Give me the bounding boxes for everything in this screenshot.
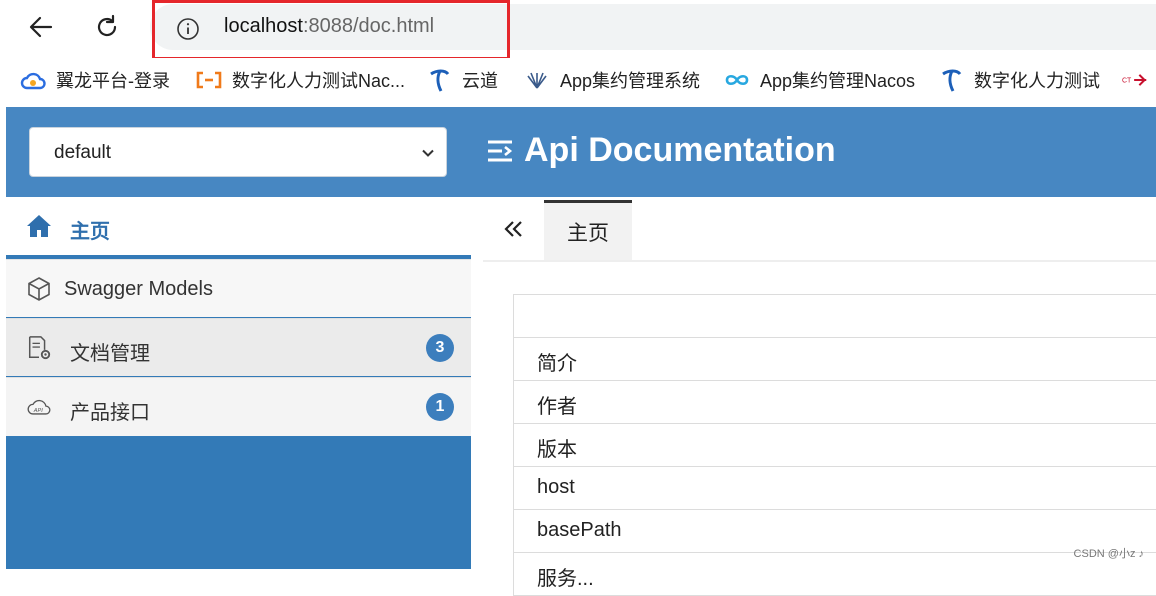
highlight-box — [152, 0, 510, 60]
page-title-text: Api Documentation — [524, 131, 836, 169]
table-row: 服务... — [514, 553, 1156, 596]
api-doc-app: default Api Documentation 主页 Swagger Mod… — [6, 107, 1156, 596]
watermark: CSDN @小z ♪ — [1073, 548, 1144, 560]
bookmark-item[interactable]: 云道 — [426, 66, 498, 94]
row-key: 版本 — [537, 439, 577, 461]
main-content: 主页 简介 作者 版本 host basePath 服务... — [471, 197, 1156, 596]
browser-toolbar: localhost:8088/doc.html — [0, 0, 1156, 60]
bookmark-item[interactable]: App集约管理系统 — [524, 66, 700, 94]
bookmark-item[interactable]: 数字化人力测试 — [938, 66, 1100, 94]
row-key: 简介 — [537, 353, 577, 375]
bookmark-label: 数字化人力测试 — [974, 71, 1100, 91]
collapse-sidebar-button[interactable] — [499, 217, 529, 241]
doc-settings-icon — [26, 335, 52, 361]
double-chevron-left-icon — [504, 221, 522, 237]
tab-label: 主页 — [567, 221, 609, 245]
row-key: 作者 — [537, 396, 577, 418]
infinity-icon — [724, 67, 750, 93]
bookmark-label: App集约管理系统 — [560, 71, 701, 91]
leaf-icon — [524, 67, 550, 93]
bookmark-label: 数字化人力测试Nac... — [232, 71, 406, 91]
telecom-logo-icon — [938, 67, 964, 93]
bookmark-item[interactable]: 数字化人力测试Nac... — [196, 66, 405, 94]
reload-button[interactable] — [90, 10, 124, 44]
tab-home[interactable]: 主页 — [544, 200, 632, 260]
sidebar-item-docs[interactable]: 文档管理 3 — [6, 318, 471, 376]
row-key: host — [537, 476, 575, 498]
tab-divider — [483, 260, 1156, 262]
bookmark-item[interactable]: 翼龙平台-登录 — [20, 66, 170, 94]
api-cloud-icon: API — [26, 394, 52, 420]
cloud-icon — [20, 67, 46, 93]
china-telecom-icon: CT — [1122, 67, 1148, 93]
page-title: Api Documentation — [486, 131, 836, 170]
arrow-left-icon — [29, 16, 53, 38]
sidebar: 主页 Swagger Models 文档管理 3 API 产品接口 1 — [6, 197, 471, 569]
bookmark-label: 云道 — [462, 71, 498, 91]
group-select-value: default — [54, 142, 112, 163]
cube-icon — [26, 276, 52, 302]
sidebar-item-label: 产品接口 — [70, 402, 150, 424]
doc-info-table: 简介 作者 版本 host basePath 服务... — [513, 294, 1156, 596]
reload-icon — [97, 14, 117, 37]
svg-text:CT: CT — [1122, 78, 1132, 85]
app-header: default Api Documentation — [6, 107, 1156, 197]
count-badge: 1 — [426, 393, 454, 421]
back-button[interactable] — [24, 10, 58, 44]
count-badge: 3 — [426, 334, 454, 362]
menu-fold-icon[interactable] — [486, 138, 516, 164]
table-row: 作者 — [514, 381, 1156, 424]
sidebar-item-label: Swagger Models — [64, 278, 213, 300]
chevron-down-icon — [420, 145, 436, 167]
table-row: basePath — [514, 510, 1156, 553]
table-row: host — [514, 467, 1156, 510]
sidebar-item-label: 文档管理 — [70, 343, 150, 365]
home-icon — [26, 213, 52, 239]
row-key: 服务... — [537, 568, 594, 590]
sidebar-item-label: 主页 — [70, 221, 110, 243]
row-key: basePath — [537, 519, 622, 541]
sidebar-item-swagger-models[interactable]: Swagger Models — [6, 259, 471, 317]
bookmark-item[interactable]: CT — [1122, 66, 1156, 94]
bracket-dash-icon — [196, 67, 222, 93]
group-select[interactable]: default — [29, 127, 447, 177]
telecom-logo-icon — [426, 67, 452, 93]
table-row — [514, 295, 1156, 338]
bookmark-item[interactable]: App集约管理Nacos — [724, 66, 915, 94]
table-row: 版本 — [514, 424, 1156, 467]
table-row: 简介 — [514, 338, 1156, 381]
bookmark-label: App集约管理Nacos — [760, 71, 916, 91]
sidebar-item-product-api[interactable]: API 产品接口 1 — [6, 377, 471, 436]
bookmarks-bar: 翼龙平台-登录 数字化人力测试Nac... 云道 App集约管理系统 App集约… — [0, 58, 1156, 102]
svg-text:API: API — [33, 408, 44, 414]
bookmark-label: 翼龙平台-登录 — [56, 71, 170, 91]
sidebar-item-home[interactable]: 主页 — [6, 197, 471, 255]
